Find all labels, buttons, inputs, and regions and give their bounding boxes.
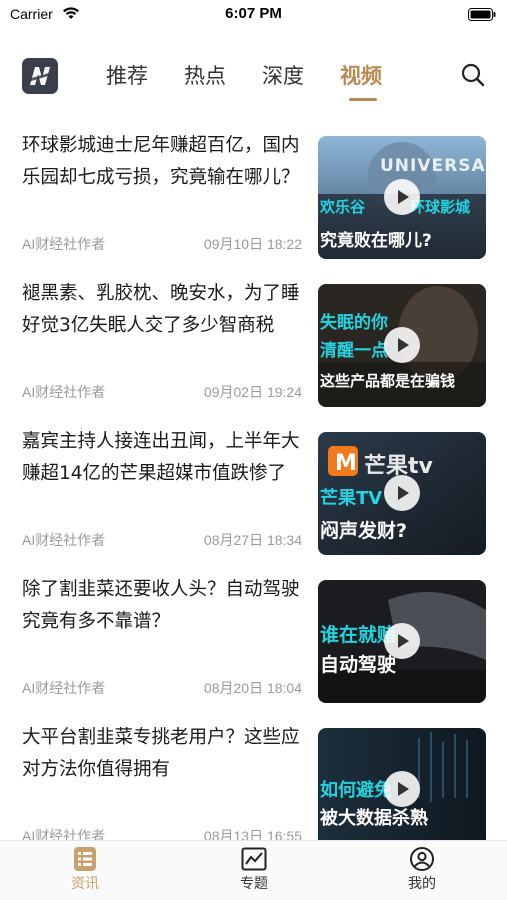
article-author: AI财经社作者 [22,532,106,548]
tabbar-item-topics[interactable]: 专题 [214,847,294,893]
article-item[interactable]: 环球影城迪士尼年赚超百亿，国内乐园却七成亏损，究竟输在哪儿？ AI财经社作者 0… [0,126,507,274]
video-thumbnail[interactable]: M 芒果tv 芒果TV 闷声发财? [318,432,486,555]
article-time: 09月02日 19:24 [203,384,302,400]
tabbar-label: 资讯 [71,876,99,892]
video-thumbnail[interactable]: UNIVERSAL 欢乐谷 环球影城 究竟败在哪儿? [318,136,486,259]
tabbar-label: 我的 [408,876,436,892]
article-item[interactable]: 褪黑素、乳胶枕、晚安水，为了睡好觉3亿失眠人交了多少智商税 AI财经社作者 09… [0,274,507,422]
tab-hot[interactable]: 热点 [184,60,226,90]
news-icon [74,847,96,871]
thumb-caption: 闷声发财? [320,520,408,542]
article-author: AI财经社作者 [22,236,106,252]
tab-depth[interactable]: 深度 [262,60,304,90]
status-time: 6:07 PM [225,5,282,22]
article-author: AI财经社作者 [22,828,106,840]
thumb-logo-text: UNIVERSAL [380,156,486,176]
bottom-tab-bar: 资讯 专题 我的 [0,840,507,900]
top-nav: 推荐 热点 深度 视频 [0,52,507,110]
article-author: AI财经社作者 [22,680,106,696]
article-time: 09月10日 18:22 [203,236,302,252]
thumb-caption: 失眠的你 [320,313,388,333]
thumb-caption: 自动驾驶 [320,654,397,676]
article-item[interactable]: 大平台割韭菜专挑老用户？这些应对方法你值得拥有 AI财经社作者 08月13日 1… [0,718,507,840]
tabbar-label: 专题 [240,876,268,892]
svg-text:M: M [335,451,357,476]
play-icon[interactable] [384,623,420,659]
battery-icon [468,8,496,21]
thumb-caption: 清醒一点 [320,341,388,361]
article-title: 嘉宾主持人接连出丑闻，上半年大赚超14亿的芒果超媒市值跌惨了 [22,431,300,484]
thumb-caption: 这些产品都是在骗钱 [320,372,456,390]
play-icon[interactable] [384,475,420,511]
app-logo[interactable] [22,58,58,94]
article-time: 08月27日 18:34 [203,532,302,548]
article-time: 08月20日 18:04 [203,680,302,696]
thumb-caption: 如何避免 [320,780,392,801]
tab-video[interactable]: 视频 [340,60,382,90]
play-icon[interactable] [384,327,420,363]
article-title: 大平台割韭菜专挑老用户？这些应对方法你值得拥有 [22,727,300,780]
article-title: 褪黑素、乳胶枕、晚安水，为了睡好觉3亿失眠人交了多少智商税 [22,283,300,336]
video-thumbnail[interactable]: 如何避免 被大数据杀熟 [318,728,486,840]
tabbar-item-news[interactable]: 资讯 [45,847,125,893]
chart-icon [241,847,267,871]
video-feed[interactable]: 环球影城迪士尼年赚超百亿，国内乐园却七成亏损，究竟输在哪儿？ AI财经社作者 0… [0,126,507,840]
article-item[interactable]: 嘉宾主持人接连出丑闻，上半年大赚超14亿的芒果超媒市值跌惨了 AI财经社作者 0… [0,422,507,570]
thumb-caption: 究竟败在哪儿? [320,231,432,251]
active-tab-indicator [349,98,377,101]
article-item[interactable]: 除了割韭菜还要收人头？自动驾驶究竟有多不靠谱？ AI财经社作者 08月20日 1… [0,570,507,718]
search-icon[interactable] [460,62,486,88]
thumb-caption: 芒果TV [320,488,383,509]
tabbar-item-profile[interactable]: 我的 [382,847,462,893]
play-icon[interactable] [384,771,420,807]
video-thumbnail[interactable]: 谁在就赌 自动驾驶 [318,580,486,703]
video-thumbnail[interactable]: 失眠的你 清醒一点 这些产品都是在骗钱 [318,284,486,407]
article-title: 环球影城迪士尼年赚超百亿，国内乐园却七成亏损，究竟输在哪儿？ [22,135,300,188]
tab-recommend[interactable]: 推荐 [106,60,148,90]
profile-icon [410,847,434,871]
play-icon[interactable] [384,179,420,215]
article-author: AI财经社作者 [22,384,106,400]
status-bar: Carrier 6:07 PM [0,0,507,30]
article-title: 除了割韭菜还要收人头？自动驾驶究竟有多不靠谱？ [22,579,300,632]
article-time: 08月13日 16:55 [203,828,302,840]
thumb-caption: 欢乐谷 [320,198,366,216]
thumb-caption: 被大数据杀熟 [320,808,428,829]
